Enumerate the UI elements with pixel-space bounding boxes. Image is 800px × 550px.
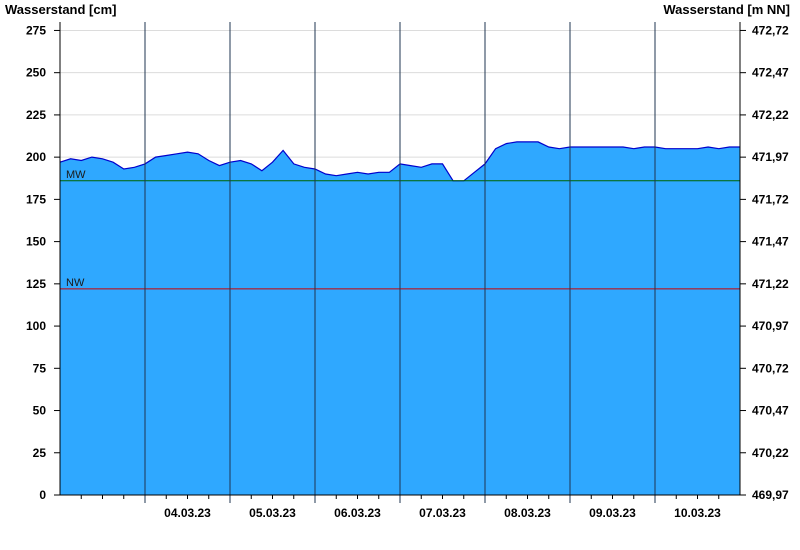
y-left-tick-label: 200 [26,150,46,164]
y-left-tick-label: 250 [26,66,46,80]
reference-label-mw: MW [66,169,86,181]
y-right-tick-label: 472,72 [752,23,789,37]
y-left-tick-label: 175 [26,192,46,206]
x-tick-label: 04.03.23 [164,506,211,520]
y-left-tick-label: 225 [26,108,46,122]
y-axis-left-ticks: 0 25 50 75 100 125 150 175 200 225 250 275 [26,23,60,502]
x-axis-ticks: 04.03.23 05.03.23 06.03.23 07.03.23 08.03.23… [80,495,721,520]
y-left-tick-label: 75 [33,361,47,375]
reference-label-nw: NW [66,277,85,289]
x-tick-label: 05.03.23 [249,506,296,520]
x-tick-label: 07.03.23 [419,506,466,520]
y-left-tick-label: 125 [26,277,46,291]
y-right-tick-label: 472,22 [752,108,789,122]
y-right-tick-label: 470,47 [752,404,789,418]
y-left-tick-label: 150 [26,235,46,249]
y-right-tick-label: 470,22 [752,446,789,460]
y-left-tick-label: 25 [33,446,47,460]
y-axis-right-title: Wasserstand [m NN] [663,2,790,17]
y-right-tick-label: 471,47 [752,235,789,249]
y-right-tick-label: 469,97 [752,488,789,502]
y-left-tick-label: 50 [33,404,47,418]
x-tick-label: 10.03.23 [674,506,721,520]
y-right-tick-label: 471,72 [752,192,789,206]
y-left-tick-label: 275 [26,23,46,37]
y-right-tick-label: 470,97 [752,319,789,333]
y-right-tick-label: 470,72 [752,361,789,375]
y-right-tick-label: 472,47 [752,66,789,80]
y-right-tick-label: 471,22 [752,277,789,291]
water-level-chart: Wasserstand [cm] Wasserstand [m NN] MW NW… [5,2,790,520]
x-tick-label: 09.03.23 [589,506,636,520]
y-left-tick-label: 100 [26,319,46,333]
y-left-tick-label: 0 [39,488,46,502]
y-axis-left-title: Wasserstand [cm] [5,2,117,17]
y-axis-right-ticks: 469,97 470,22 470,47 470,72 470,97 471,22 471,… [740,23,789,502]
x-tick-label: 06.03.23 [334,506,381,520]
x-tick-label: 08.03.23 [504,506,551,520]
y-right-tick-label: 471,97 [752,150,789,164]
